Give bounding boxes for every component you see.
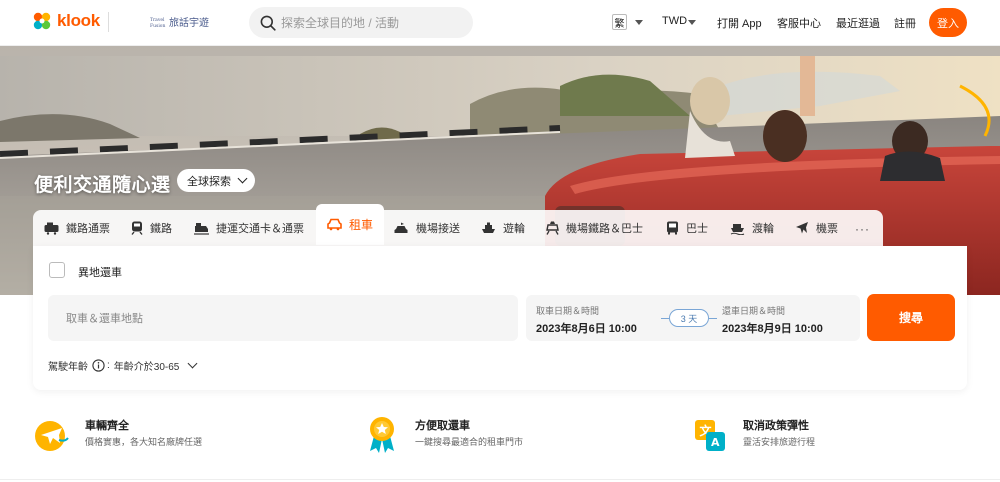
rental-days-badge: 3 天	[669, 309, 709, 327]
section-divider	[0, 479, 1000, 480]
language-caret-icon	[635, 20, 643, 25]
svg-text:Travel: Travel	[150, 17, 165, 23]
search-icon	[260, 15, 276, 31]
partner-logo: Travel Fusion 旅話宇遊	[150, 14, 209, 30]
plane-icon	[796, 222, 808, 234]
chevron-down-icon	[187, 358, 198, 369]
partner-mark-icon: Travel Fusion	[150, 17, 165, 28]
tab-label: 鐵路通票	[66, 223, 110, 235]
translate-icon: 文 A	[695, 420, 725, 451]
tab-bus[interactable]: 巴士	[666, 210, 708, 246]
tab-label: 捷運交通卡＆通票	[216, 223, 304, 235]
tab-rail[interactable]: 鐵路	[131, 210, 172, 246]
help-center-link[interactable]: 客服中心	[777, 15, 821, 31]
tab-label: 機票	[816, 223, 838, 235]
feature-desc: 靈活安排旅遊行程	[743, 437, 816, 447]
tab-cruise[interactable]: 遊輪	[481, 210, 525, 246]
different-return-label: 異地還車	[78, 267, 122, 279]
ferry-icon	[730, 223, 745, 235]
car-icon	[327, 218, 342, 231]
tab-label: 鐵路	[150, 223, 172, 235]
tab-label: 機場接送	[416, 223, 460, 235]
airport-transfer-icon	[394, 222, 408, 233]
feature-item: 車輛齊全 價格實惠，各大知名廠牌任選	[33, 414, 333, 460]
chevron-down-icon	[237, 173, 248, 184]
tab-airport-transfer[interactable]: 機場接送	[394, 210, 460, 246]
return-label: 還車日期＆時間	[722, 306, 786, 316]
age-colon: :	[107, 360, 110, 371]
partner-text: 旅話宇遊	[169, 18, 209, 29]
feature-title: 取消政策彈性	[743, 420, 809, 432]
medal-icon	[370, 417, 394, 453]
open-app-link[interactable]: 打開 App	[717, 15, 762, 31]
date-range-field[interactable]: 取車日期＆時間 2023年8月6日 10:00 3 天 還車日期＆時間 2023…	[526, 295, 860, 341]
search-bar[interactable]: 探索全球目的地 / 活動	[249, 7, 473, 38]
age-label: 駕駛年齡	[48, 362, 88, 373]
feature-desc: 一鍵搜尋最適合的租車門市	[415, 437, 524, 447]
logo-divider	[108, 12, 109, 32]
tab-label: 渡輪	[752, 223, 774, 235]
tab-flight[interactable]: 機票	[795, 210, 838, 246]
days-line-left	[661, 318, 669, 319]
days-line-right	[709, 318, 717, 319]
location-input[interactable]: 取車＆還車地點	[48, 295, 518, 341]
rail-pass-icon	[44, 222, 59, 235]
explore-label: 全球探索	[187, 175, 231, 188]
tab-car-rental[interactable]: 租車	[316, 204, 385, 245]
svg-text:Fusion: Fusion	[150, 23, 165, 28]
tab-label: 租車	[349, 218, 374, 232]
more-tabs-icon[interactable]: ···	[855, 222, 870, 236]
transport-tabs: 鐵路通票 鐵路 捷運交通卡＆通票 租車 機場接送 遊輪 機場鐵路＆巴士 巴士 渡…	[33, 204, 883, 246]
driver-age-selector[interactable]: 駕駛年齡 : 年齡介於30-65	[48, 358, 198, 373]
login-button[interactable]: 登入	[929, 8, 967, 37]
tab-airport-rail[interactable]: 機場鐵路＆巴士	[546, 210, 643, 246]
feature-title: 車輛齊全	[85, 420, 129, 432]
register-link[interactable]: 註冊	[894, 15, 916, 31]
pickup-datetime[interactable]: 2023年8月6日 10:00	[536, 320, 637, 336]
klook-logo[interactable]: klook	[32, 11, 100, 31]
recently-viewed-link[interactable]: 最近逛過	[836, 15, 880, 31]
train-icon	[131, 221, 143, 235]
car-rental-search-panel: 異地還車 取車＆還車地點 取車日期＆時間 2023年8月6日 10:00 3 天…	[33, 246, 967, 390]
feature-desc: 價格實惠，各大知名廠牌任選	[85, 437, 203, 447]
metro-card-icon	[194, 222, 209, 235]
klook-logo-icon	[33, 12, 51, 30]
feature-item: 文 A 取消政策彈性 靈活安排旅遊行程	[691, 414, 991, 460]
location-placeholder: 取車＆還車地點	[66, 313, 143, 325]
feature-title: 方便取還車	[415, 420, 470, 432]
tab-metro-card[interactable]: 捷運交通卡＆通票	[194, 210, 304, 246]
cruise-icon	[482, 222, 495, 233]
svg-text:A: A	[711, 436, 720, 449]
logo-text: klook	[57, 11, 100, 30]
tab-label: 巴士	[686, 223, 708, 235]
tab-label: 遊輪	[503, 223, 525, 235]
tab-rail-pass[interactable]: 鐵路通票	[44, 210, 110, 246]
info-icon[interactable]	[92, 359, 105, 372]
global-explore-button[interactable]: 全球探索	[177, 169, 255, 192]
search-placeholder: 探索全球目的地 / 活動	[281, 16, 400, 30]
currency-caret-icon	[688, 20, 696, 25]
age-value: 年齡介於30-65	[113, 362, 180, 373]
language-selector[interactable]: 繁	[612, 14, 627, 30]
tab-label: 機場鐵路＆巴士	[566, 223, 643, 235]
top-header: klook Travel Fusion 旅話宇遊 探索全球目的地 / 活動 繁 …	[0, 0, 1000, 46]
feature-item: 方便取還車 一鍵搜尋最適合的租車門市	[363, 414, 663, 460]
plane-badge-icon	[35, 421, 69, 451]
pickup-label: 取車日期＆時間	[536, 306, 600, 316]
airport-rail-icon	[546, 221, 559, 235]
different-return-checkbox[interactable]	[49, 262, 65, 278]
currency-selector[interactable]: TWD	[662, 15, 687, 27]
hero-title: 便利交通隨心選	[34, 175, 171, 196]
tab-ferry[interactable]: 渡輪	[730, 210, 774, 246]
return-datetime[interactable]: 2023年8月9日 10:00	[722, 320, 823, 336]
bus-icon	[667, 221, 678, 235]
search-button[interactable]: 搜尋	[867, 294, 955, 341]
